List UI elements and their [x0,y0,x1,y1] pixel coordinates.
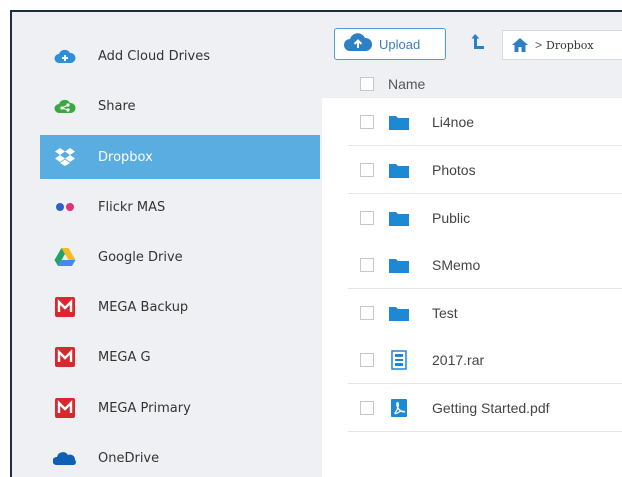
upload-button[interactable]: Upload [334,28,446,60]
flickr-icon [53,195,77,219]
row-checkbox[interactable] [360,352,374,367]
breadcrumb: > Dropbox [502,30,622,60]
pdf-file-icon [388,398,410,418]
file-name: Getting Started.pdf [432,399,550,416]
sidebar-item-mega-g[interactable]: MEGA G [40,335,320,379]
sidebar-item-dropbox[interactable]: Dropbox [40,135,320,179]
folder-icon [388,303,410,323]
folder-icon [388,208,410,228]
column-header-name[interactable]: Name [388,76,425,92]
screenshot-frame: Add Cloud Drives Share Dropbox Flickr MA… [0,0,622,477]
row-checkbox[interactable] [360,114,374,129]
row-checkbox[interactable] [360,400,374,415]
mega-icon [53,345,77,369]
row-checkbox[interactable] [360,305,374,320]
select-all-checkbox[interactable] [360,77,374,91]
cloud-plus-icon [53,44,77,68]
list-item[interactable]: Photos [348,146,622,194]
dropbox-icon [53,145,77,169]
folder-icon [388,112,410,132]
list-item[interactable]: SMemo [348,241,622,289]
google-drive-icon [53,245,77,269]
sidebar-item-label: MEGA Backup [98,299,189,315]
file-name: SMemo [432,256,481,273]
sidebar-item-google-drive[interactable]: Google Drive [40,235,320,279]
file-name: Test [432,304,458,321]
toolbar: Upload > Dropbox [322,12,622,70]
list-item[interactable]: Getting Started.pdf [348,384,622,432]
row-checkbox[interactable] [360,210,374,225]
file-name: 2017.rar [432,351,485,368]
share-icon [53,94,77,118]
file-name: Li4noe [432,113,475,130]
row-checkbox[interactable] [360,162,374,177]
sidebar-item-label: Add Cloud Drives [98,48,210,64]
list-item[interactable]: Li4noe [348,98,622,146]
sidebar-item-flickr-mas[interactable]: Flickr MAS [40,185,320,229]
sidebar-item-add-cloud-drives[interactable]: Add Cloud Drives [40,34,320,78]
mega-icon [53,295,77,319]
sidebar-item-label: Dropbox [98,149,153,165]
parent-folder-button[interactable] [468,32,490,56]
file-list-header: Name [322,70,622,98]
sidebar-item-mega-backup[interactable]: MEGA Backup [40,285,320,329]
list-item[interactable]: Test [348,289,622,337]
breadcrumb-current[interactable]: Dropbox [546,39,594,52]
sidebar-item-label: MEGA G [98,349,151,365]
folder-icon [388,255,410,275]
sidebar-item-label: MEGA Primary [98,400,191,416]
file-name: Public [432,209,471,226]
list-item[interactable]: Public [348,194,622,242]
sidebar-item-label: OneDrive [98,450,160,466]
sidebar: Add Cloud Drives Share Dropbox Flickr MA… [12,12,322,477]
home-icon[interactable] [511,37,529,53]
sidebar-item-label: Flickr MAS [98,199,166,215]
sidebar-item-label: Share [98,98,136,114]
sidebar-item-onedrive[interactable]: OneDrive [40,436,320,477]
row-checkbox[interactable] [360,257,374,272]
sidebar-item-label: Google Drive [98,249,183,265]
file-name: Photos [432,161,476,178]
archive-file-icon [388,349,410,370]
breadcrumb-separator: > [535,38,543,52]
main-panel: Upload > Dropbox Name Li4noe Photos Publ… [322,12,622,477]
folder-icon [388,160,410,180]
cloud-upload-icon [343,32,373,57]
sidebar-item-share[interactable]: Share [40,84,320,128]
upload-label: Upload [379,36,421,52]
list-item[interactable]: 2017.rar [348,336,622,384]
mega-icon [53,396,77,420]
level-up-icon [471,32,487,57]
onedrive-icon [53,446,77,470]
sidebar-item-mega-primary[interactable]: MEGA Primary [40,386,320,430]
app-window: Add Cloud Drives Share Dropbox Flickr MA… [10,10,622,477]
